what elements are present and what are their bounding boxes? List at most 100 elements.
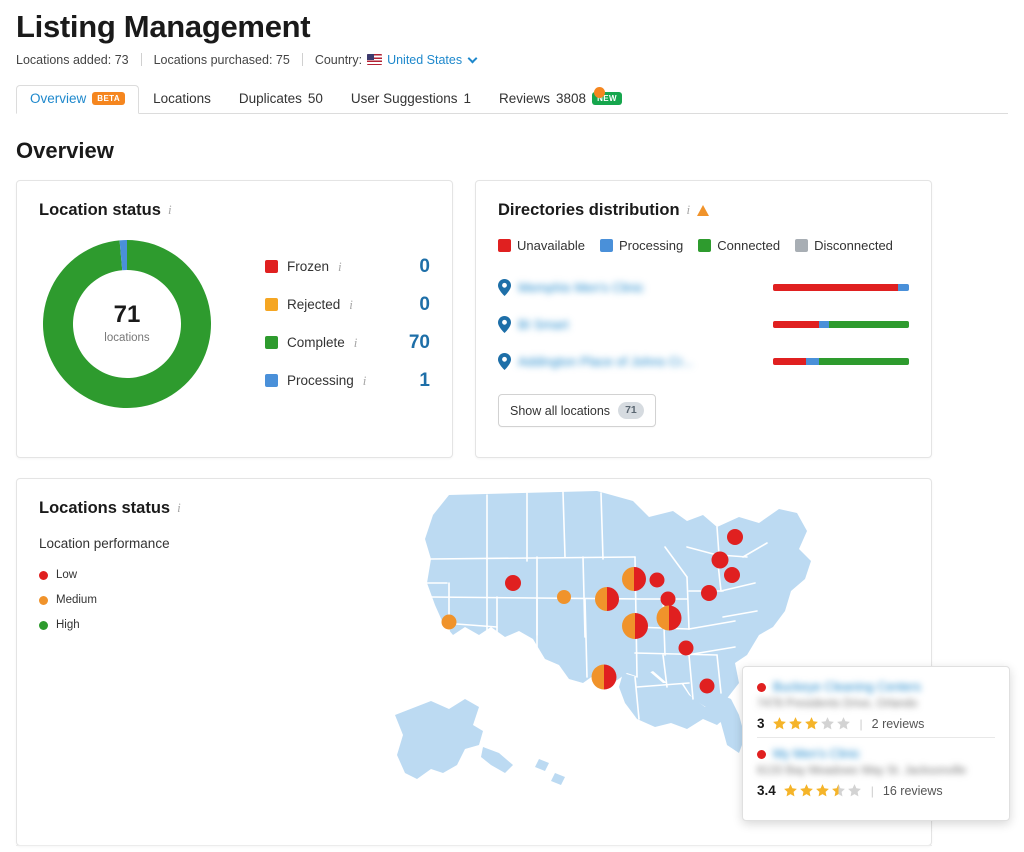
- directory-distribution-bar[interactable]: [773, 283, 909, 291]
- popup-rating-value: 3.4: [757, 783, 776, 798]
- tab-duplicates[interactable]: Duplicates 50: [225, 85, 337, 114]
- location-status-title-text: Location status: [39, 200, 161, 219]
- info-icon[interactable]: i: [168, 202, 172, 218]
- map-marker[interactable]: [591, 664, 617, 690]
- map-marker[interactable]: [595, 586, 619, 611]
- location-status-donut-chart[interactable]: 71 locations: [43, 239, 211, 408]
- directory-distribution-bar[interactable]: [773, 357, 909, 365]
- tab-label: User Suggestions: [350, 90, 458, 106]
- popup-rating-separator: |: [859, 716, 863, 731]
- directory-row[interactable]: Memphis Men's Clinic: [498, 269, 909, 306]
- star-icon-empty: [847, 784, 861, 797]
- star-icon-full: [804, 717, 818, 730]
- legend-label: Complete: [287, 335, 345, 351]
- star-icon-full: [783, 784, 797, 797]
- country-value-link[interactable]: United States: [387, 53, 462, 67]
- info-icon[interactable]: i: [687, 202, 691, 218]
- dir-legend-connected: Connected: [698, 238, 780, 253]
- popup-entry[interactable]: My Men's Clinic 6133 Bay Meadows Way St.…: [757, 737, 995, 804]
- performance-dot-icon: [39, 620, 48, 630]
- legend-row-processing[interactable]: Processing i 1: [265, 362, 430, 400]
- dir-legend-label: Unavailable: [517, 237, 585, 253]
- legend-row-rejected[interactable]: Rejected i 0: [265, 286, 430, 324]
- map-marker[interactable]: [622, 566, 646, 591]
- location-status-legend: Frozen i 0 Rejected i 0 Complete i 70 Processing i…: [265, 248, 430, 400]
- dir-bar-segment: [773, 320, 820, 328]
- info-icon[interactable]: i: [363, 373, 367, 389]
- chevron-down-icon[interactable]: [467, 53, 478, 64]
- info-icon[interactable]: i: [349, 297, 353, 313]
- dir-legend-swatch: [498, 238, 511, 252]
- popup-rating-row: 3.4 | 16 reviews: [757, 783, 995, 798]
- dir-legend-swatch: [698, 238, 712, 252]
- star-icon-full: [772, 717, 786, 730]
- star-icon-empty: [820, 717, 834, 730]
- directory-row[interactable]: BI Smart: [498, 306, 909, 343]
- popup-rating-separator: |: [870, 783, 874, 798]
- popup-entry[interactable]: Buckeye Cleaning Centers 7478 Presidents…: [757, 677, 995, 737]
- performance-dot-icon: [757, 682, 766, 692]
- directory-row[interactable]: Addington Place of Johns Cr...: [498, 343, 909, 380]
- map-marker[interactable]: [727, 528, 743, 545]
- tab-overview[interactable]: Overview BETA: [16, 84, 140, 114]
- directory-name[interactable]: Addington Place of Johns Cr...: [518, 354, 693, 369]
- show-all-locations-button[interactable]: Show all locations 71: [498, 393, 656, 428]
- map-marker[interactable]: [441, 614, 457, 630]
- popup-location-address: 6133 Bay Meadows Way St. Jacksonville: [757, 765, 967, 777]
- dir-bar-segment: [819, 357, 909, 365]
- dir-bar-segment: [828, 320, 909, 328]
- star-icon-full: [815, 784, 829, 797]
- directories-title: Directories distribution i: [498, 201, 909, 220]
- map-marker[interactable]: [622, 612, 648, 639]
- map-marker[interactable]: [701, 584, 717, 601]
- map-marker[interactable]: [505, 574, 521, 591]
- dir-legend-label: Disconnected: [814, 237, 893, 253]
- popup-review-count[interactable]: 16 reviews: [883, 784, 943, 798]
- donut-svg: [43, 239, 211, 408]
- us-flag-icon: [367, 54, 383, 66]
- map-marker[interactable]: [699, 678, 715, 694]
- performance-label: Medium: [56, 594, 97, 607]
- map-pin-icon: [498, 352, 511, 370]
- map-marker[interactable]: [724, 566, 740, 583]
- info-icon[interactable]: i: [177, 500, 181, 516]
- meta-divider: [140, 53, 142, 67]
- warning-triangle-icon[interactable]: [697, 204, 710, 216]
- performance-label: High: [56, 619, 80, 632]
- map-marker[interactable]: [678, 640, 694, 656]
- legend-row-complete[interactable]: Complete i 70: [265, 324, 430, 362]
- map-marker[interactable]: [557, 589, 571, 604]
- popup-location-name[interactable]: My Men's Clinic: [773, 747, 860, 761]
- popup-location-name[interactable]: Buckeye Cleaning Centers: [773, 680, 921, 694]
- dir-legend-disconnected: Disconnected: [795, 238, 893, 253]
- legend-row-frozen[interactable]: Frozen i 0: [265, 248, 430, 286]
- legend-value: 70: [408, 331, 430, 353]
- info-icon[interactable]: i: [338, 259, 342, 275]
- map-marker[interactable]: [711, 551, 729, 569]
- legend-value: 0: [419, 255, 430, 277]
- dir-bar-segment: [773, 357, 806, 365]
- tab-reviews[interactable]: Reviews 3808 new: [485, 85, 636, 114]
- tab-label: Locations: [153, 90, 211, 106]
- popup-review-count[interactable]: 2 reviews: [872, 717, 925, 731]
- locations-status-title-text: Locations status: [39, 498, 171, 517]
- tab-locations[interactable]: Locations: [139, 85, 225, 114]
- map-marker[interactable]: [656, 605, 682, 631]
- directory-distribution-bar[interactable]: [773, 320, 909, 328]
- page-bottom-edge: [16, 845, 932, 846]
- tab-user-suggestions[interactable]: User Suggestions 1: [337, 85, 485, 114]
- map-marker[interactable]: [649, 572, 665, 588]
- directory-name[interactable]: BI Smart: [518, 317, 569, 332]
- dir-bar-segment: [773, 283, 899, 291]
- header-meta-row: Locations added: 73 Locations purchased:…: [16, 53, 1008, 67]
- country-selector[interactable]: Country: United States: [315, 53, 478, 67]
- legend-label: Frozen: [287, 259, 330, 275]
- map-location-popup[interactable]: Buckeye Cleaning Centers 7478 Presidents…: [742, 666, 1010, 821]
- directory-name[interactable]: Memphis Men's Clinic: [518, 280, 644, 295]
- dir-legend-label: Processing: [618, 237, 684, 253]
- info-icon[interactable]: i: [354, 335, 358, 351]
- dir-legend-label: Connected: [717, 237, 781, 253]
- map-marker[interactable]: [660, 591, 676, 607]
- tab-label: Duplicates: [238, 90, 302, 106]
- tab-count: 1: [463, 90, 471, 106]
